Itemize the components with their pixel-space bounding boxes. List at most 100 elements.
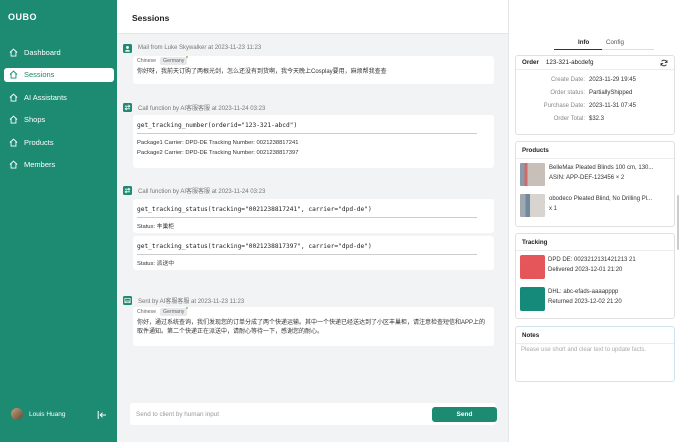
- divider: [137, 217, 477, 218]
- tracking-item[interactable]: DPD DE: 0023212131421213 21 Delivered 20…: [516, 251, 674, 283]
- sidebar: OUBO Dashboard Sessions AI Assistants Sh…: [0, 0, 117, 442]
- tracking-number: DPD DE: 0023212131421213 21: [548, 257, 636, 263]
- status-dot: [185, 306, 189, 309]
- product-name: BelleMax Pleated Blinds 100 cm, 130...: [549, 165, 654, 171]
- user-icon: [123, 43, 132, 53]
- send-button[interactable]: Send: [432, 407, 497, 422]
- home-icon: [9, 93, 18, 102]
- sidebar-item-label: Products: [24, 137, 54, 147]
- field-key: Purchase Date:: [543, 102, 585, 109]
- info-panel: Info Config Order 123-321-abcdefg Create…: [508, 0, 681, 442]
- avatar: [11, 408, 23, 420]
- sidebar-item-members[interactable]: Members: [4, 158, 114, 172]
- sidebar-item-products[interactable]: Products: [4, 135, 114, 149]
- swap-icon: [123, 185, 132, 195]
- message-function-call: Call function by AI客服客服 at 2023-11-24 03…: [123, 101, 503, 168]
- notes-box: Notes: [515, 326, 675, 382]
- tab-info[interactable]: Info: [578, 39, 589, 46]
- home-icon: [9, 138, 18, 147]
- tab-chinese[interactable]: Chinese: [137, 58, 156, 64]
- function-call-card: get_tracking_status(tracking="0021238817…: [133, 199, 494, 233]
- sidebar-item-dashboard[interactable]: Dashboard: [4, 45, 114, 59]
- order-field: Purchase Date: 2023-11-31 07:45: [516, 99, 674, 112]
- product-asin: ASIN: APP-DEF-123456 × 2: [549, 174, 625, 181]
- message-card: Chinese Germany 你好，通过系统查询，我们发现您的订单分成了两个快…: [133, 306, 494, 346]
- order-field: Order status: PartiallyShipped: [516, 86, 674, 99]
- message-header: Call function by AI客服客服 at 2023-11-24 03…: [123, 101, 503, 113]
- swap-icon: [123, 102, 132, 112]
- notes-input[interactable]: [516, 344, 674, 378]
- sidebar-item-ai-assistants[interactable]: AI Assistants: [4, 90, 114, 104]
- sidebar-nav: Dashboard Sessions AI Assistants Shops P…: [4, 45, 114, 180]
- message-title: Call function by AI客服客服 at 2023-11-24 03…: [138, 105, 266, 112]
- tab-chinese[interactable]: Chinese: [137, 309, 156, 315]
- home-icon: [9, 115, 18, 124]
- order-box: Order 123-321-abcdefg Create Date: 2023-1…: [515, 55, 675, 135]
- function-call-code: get_tracking_number(orderid="123-321-abc…: [137, 122, 298, 129]
- tab-label: Germany: [163, 57, 185, 64]
- tracking-item[interactable]: DHL: abc-efads-aaaapppp Returned 2023-12…: [516, 283, 674, 315]
- home-icon: [9, 48, 18, 57]
- sidebar-item-sessions[interactable]: Sessions: [4, 67, 114, 82]
- sidebar-item-label: Shops: [24, 115, 46, 124]
- scrollbar[interactable]: [677, 195, 679, 250]
- order-field: Order Total: $32.3: [516, 112, 674, 125]
- tracking-text: DHL: abc-efads-aaaapppp Returned 2023-12…: [548, 287, 622, 307]
- tab-germany[interactable]: Germany: [160, 306, 189, 316]
- home-icon: [9, 160, 18, 169]
- order-fields: Create Date: 2023-11-29 19:45 Order statu…: [516, 70, 674, 125]
- tab-underline: [554, 48, 654, 50]
- sidebar-item-shops[interactable]: Shops: [4, 113, 114, 127]
- message-sent: Sent by AI客服客服 at 2023-11-23 11:23 Chine…: [123, 294, 503, 346]
- message-title: Call function by AI客服客服 at 2023-11-24 03…: [138, 188, 266, 195]
- product-name: obodeco Pleated Blind, No Drilling Pl...: [549, 196, 653, 202]
- sidebar-item-label: Dashboard: [24, 47, 61, 57]
- tab-germany[interactable]: Germany: [160, 55, 189, 65]
- product-item[interactable]: BelleMax Pleated Blinds 100 cm, 130... A…: [516, 159, 674, 190]
- field-key: Create Date:: [550, 76, 585, 83]
- divider: [137, 254, 477, 255]
- tracking-title: Tracking: [516, 234, 674, 251]
- function-result: Package2 Carrier: DPD-DE Tracking Number…: [137, 150, 299, 157]
- message-title: Mail from Luke Skywalker at 2023-11-23 1…: [138, 45, 262, 51]
- field-key: Order status:: [550, 89, 585, 96]
- human-input[interactable]: [136, 408, 416, 420]
- function-call-card: get_tracking_status(tracking="0021238817…: [133, 236, 494, 270]
- user-name: Louis Huang: [29, 410, 66, 418]
- message-header: Mail from Luke Skywalker at 2023-11-23 1…: [123, 42, 503, 54]
- tracking-status: Delivered 2023-12-01 21:20: [548, 266, 623, 273]
- tracking-status-color: [520, 287, 545, 311]
- title-bar: Sessions: [117, 0, 508, 34]
- tracking-status-color: [520, 255, 545, 279]
- products-title: Products: [516, 142, 674, 159]
- user-profile[interactable]: Louis Huang: [11, 408, 66, 420]
- message-card: Chinese Germany 你好呀，我前天订购了两根光剑，怎么还没有到货啊，…: [133, 55, 494, 84]
- sidebar-item-label: Sessions: [24, 70, 55, 79]
- function-result: Status: 派送中: [137, 261, 175, 267]
- language-tabs: Chinese Germany: [133, 306, 494, 316]
- tab-label: Germany: [163, 308, 185, 315]
- home-icon: [9, 70, 18, 79]
- divider: [137, 133, 477, 134]
- message-title: Sent by AI客服客服 at 2023-11-23 11:23: [138, 298, 245, 305]
- tracking-status: Returned 2023-12-02 21:20: [548, 298, 622, 305]
- order-id: 123-321-abcdefg: [545, 59, 594, 66]
- order-label: Order: [522, 59, 539, 66]
- function-result: Status: 丰巢柜: [137, 224, 175, 230]
- tab-config[interactable]: Config: [606, 39, 624, 46]
- product-item[interactable]: obodeco Pleated Blind, No Drilling Pl...…: [516, 190, 674, 221]
- message-header: Sent by AI客服客服 at 2023-11-23 11:23: [123, 294, 503, 306]
- sessions-main: Sessions Mail from Luke Skywalker at 202…: [117, 0, 508, 442]
- field-value: 2023-11-29 19:45: [589, 76, 636, 83]
- notes-title: Notes: [516, 327, 674, 344]
- products-box: Products BelleMax Pleated Blinds 100 cm,…: [515, 141, 675, 227]
- message-text: 你好，通过系统查询，我们发现您的订单分成了两个快递运输。其中一个快递已经送达到了…: [137, 320, 486, 336]
- collapse-sidebar-icon[interactable]: [97, 410, 107, 420]
- panel-tabs: Info Config: [554, 39, 654, 50]
- product-thumbnail: [520, 194, 545, 217]
- function-result: Package1 Carrier: DPD-DE Tracking Number…: [137, 140, 299, 146]
- message-text: 你好呀，我前天订购了两根光剑，怎么还没有到货啊，我今天晚上Cosplay要用，麻…: [137, 69, 387, 75]
- function-call-card: get_tracking_number(orderid="123-321-abc…: [133, 115, 494, 168]
- product-quantity: x 1: [549, 205, 558, 212]
- refresh-icon[interactable]: [660, 59, 668, 67]
